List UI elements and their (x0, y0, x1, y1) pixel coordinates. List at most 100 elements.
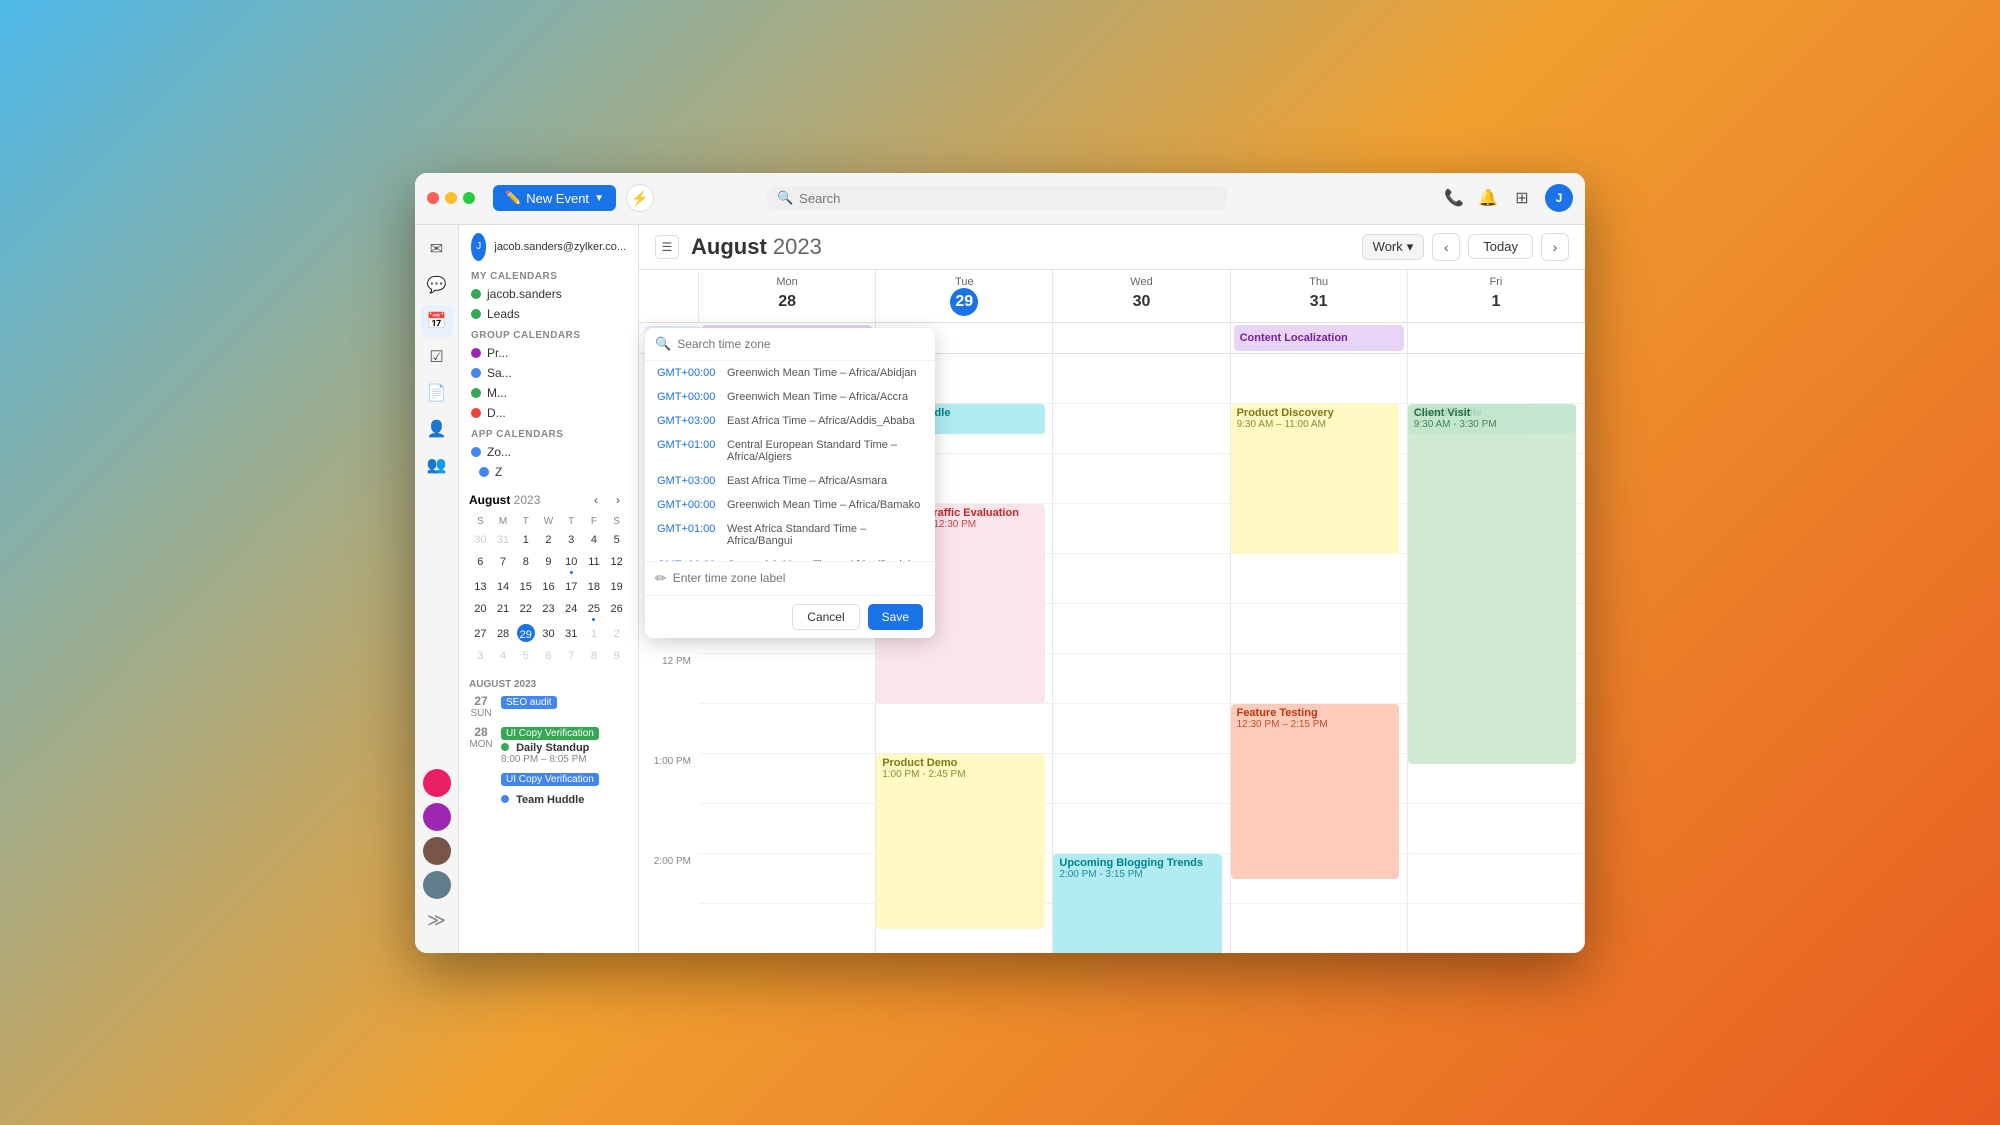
mini-day-1[interactable]: 1 (514, 529, 537, 551)
mini-day-5b[interactable]: 5 (514, 645, 537, 667)
search-input[interactable] (799, 191, 1217, 206)
mini-day-2b[interactable]: 2 (605, 623, 628, 645)
calendar-item-zo2[interactable]: Z (459, 462, 638, 482)
mini-day-3b[interactable]: 3 (469, 645, 492, 667)
mini-day-6[interactable]: 6 (469, 551, 492, 576)
slot-fri-230pm[interactable] (1408, 904, 1585, 953)
tz-item-2[interactable]: GMT+03:00 East Africa Time – Africa/Addi… (645, 409, 935, 433)
mini-day-23[interactable]: 23 (537, 598, 560, 623)
tz-item-4[interactable]: GMT+03:00 East Africa Time – Africa/Asma… (645, 469, 935, 493)
slot-wed-11[interactable] (1053, 554, 1230, 604)
avatar-2[interactable] (423, 803, 451, 831)
avatar-4[interactable] (423, 871, 451, 899)
ui-copy-badge[interactable]: UI Copy Verification (501, 727, 599, 740)
prev-week-button[interactable]: ‹ (1432, 233, 1460, 261)
chat-icon[interactable]: 💬 (421, 269, 453, 301)
mini-day-13[interactable]: 13 (469, 576, 492, 598)
calendar-item-m[interactable]: M... (459, 383, 638, 403)
mini-day-18[interactable]: 18 (583, 576, 606, 598)
slot-fri-9[interactable] (1408, 354, 1585, 404)
slot-wed-130pm[interactable] (1053, 804, 1230, 854)
event-product-discovery[interactable]: Product Discovery 9:30 AM – 11:00 AM (1231, 404, 1399, 554)
avatar-3[interactable] (423, 837, 451, 865)
minimize-button[interactable] (445, 192, 457, 204)
mini-day-1b[interactable]: 1 (583, 623, 606, 645)
mini-day-30[interactable]: 30 (469, 529, 492, 551)
calendar-item-d[interactable]: D... (459, 403, 638, 423)
mini-day-2[interactable]: 2 (537, 529, 560, 551)
mini-day-7b[interactable]: 7 (560, 645, 583, 667)
slot-thu-9[interactable] (1231, 354, 1408, 404)
tz-item-0[interactable]: GMT+00:00 Greenwich Mean Time – Africa/A… (645, 361, 935, 385)
mini-day-15[interactable]: 15 (514, 576, 537, 598)
mini-day-26[interactable]: 26 (605, 598, 628, 623)
mini-day-19[interactable]: 19 (605, 576, 628, 598)
team-icon[interactable]: 👥 (421, 449, 453, 481)
mini-day-4b[interactable]: 4 (492, 645, 515, 667)
save-button[interactable]: Save (868, 604, 923, 630)
mini-next-btn[interactable]: › (608, 490, 628, 510)
mini-day-8b[interactable]: 8 (583, 645, 606, 667)
tz-item-1[interactable]: GMT+00:00 Greenwich Mean Time – Africa/A… (645, 385, 935, 409)
mini-day-9[interactable]: 9 (537, 551, 560, 576)
mini-day-10[interactable]: 10 (560, 551, 583, 576)
mini-day-7[interactable]: 7 (492, 551, 515, 576)
expand-icon[interactable]: ≫ (421, 905, 453, 937)
mini-day-21[interactable]: 21 (492, 598, 515, 623)
slot-wed-1030[interactable] (1053, 504, 1230, 554)
mini-day-14[interactable]: 14 (492, 576, 515, 598)
mini-day-30b[interactable]: 30 (537, 623, 560, 645)
mini-day-31[interactable]: 31 (492, 529, 515, 551)
day-header-mon28[interactable]: Mon 28 (699, 270, 876, 322)
slot-wed-9[interactable] (1053, 354, 1230, 404)
day-header-wed30[interactable]: Wed 30 (1053, 270, 1230, 322)
slot-wed-930[interactable] (1053, 404, 1230, 454)
seo-audit-badge[interactable]: SEO audit (501, 696, 557, 709)
calendar-item-pr[interactable]: Pr... (459, 343, 638, 363)
mini-day-11[interactable]: 11 (583, 551, 606, 576)
slot-wed-1130[interactable] (1053, 604, 1230, 654)
day-header-fri1[interactable]: Fri 1 (1408, 270, 1585, 322)
slot-fri-130pm[interactable] (1408, 804, 1585, 854)
mini-day-5[interactable]: 5 (605, 529, 628, 551)
tz-item-7[interactable]: GMT+00:00 Greenwich Mean Time – Africa/B… (645, 553, 935, 561)
maximize-button[interactable] (463, 192, 475, 204)
mini-day-17[interactable]: 17 (560, 576, 583, 598)
slot-mon-12[interactable] (699, 654, 876, 704)
slot-thu-12[interactable] (1231, 654, 1408, 704)
ui-copy-badge-2[interactable]: UI Copy Verification (501, 773, 599, 786)
mini-day-8[interactable]: 8 (514, 551, 537, 576)
notification-icon[interactable]: 🔔 (1477, 187, 1499, 209)
mini-day-9b[interactable]: 9 (605, 645, 628, 667)
mini-day-25[interactable]: 25 (583, 598, 606, 623)
view-selector[interactable]: Work ▾ (1362, 234, 1425, 260)
files-icon[interactable]: 📄 (421, 377, 453, 409)
day-header-thu31[interactable]: Thu 31 (1231, 270, 1408, 322)
close-button[interactable] (427, 192, 439, 204)
tz-search-input[interactable] (677, 337, 925, 351)
slot-wed-10[interactable] (1053, 454, 1230, 504)
mini-day-20[interactable]: 20 (469, 598, 492, 623)
calendar-item-leads[interactable]: Leads (459, 304, 638, 324)
phone-icon[interactable]: 📞 (1443, 187, 1465, 209)
calendar-item-zo1[interactable]: Zo... (459, 442, 638, 462)
slot-mon-130pm[interactable] (699, 804, 876, 854)
calendar-item-jacob[interactable]: jacob.sanders (459, 284, 638, 304)
mini-day-16[interactable]: 16 (537, 576, 560, 598)
slot-mon-2pm[interactable] (699, 854, 876, 904)
contacts-icon[interactable]: 👤 (421, 413, 453, 445)
slot-wed-12[interactable] (1053, 654, 1230, 704)
slot-wed-1pm[interactable] (1053, 754, 1230, 804)
slot-mon-1230[interactable] (699, 704, 876, 754)
grid-icon[interactable]: ⊞ (1511, 187, 1533, 209)
slot-tue-1230[interactable] (876, 704, 1053, 754)
avatar-1[interactable] (423, 769, 451, 797)
slot-thu-11[interactable] (1231, 554, 1408, 604)
mini-day-12[interactable]: 12 (605, 551, 628, 576)
mini-day-22[interactable]: 22 (514, 598, 537, 623)
tasks-icon[interactable]: ☑ (421, 341, 453, 373)
mini-day-31b[interactable]: 31 (560, 623, 583, 645)
calendar-item-sa[interactable]: Sa... (459, 363, 638, 383)
event-product-demo[interactable]: Product Demo 1:00 PM - 2:45 PM (876, 754, 1044, 929)
today-button[interactable]: Today (1468, 234, 1533, 259)
